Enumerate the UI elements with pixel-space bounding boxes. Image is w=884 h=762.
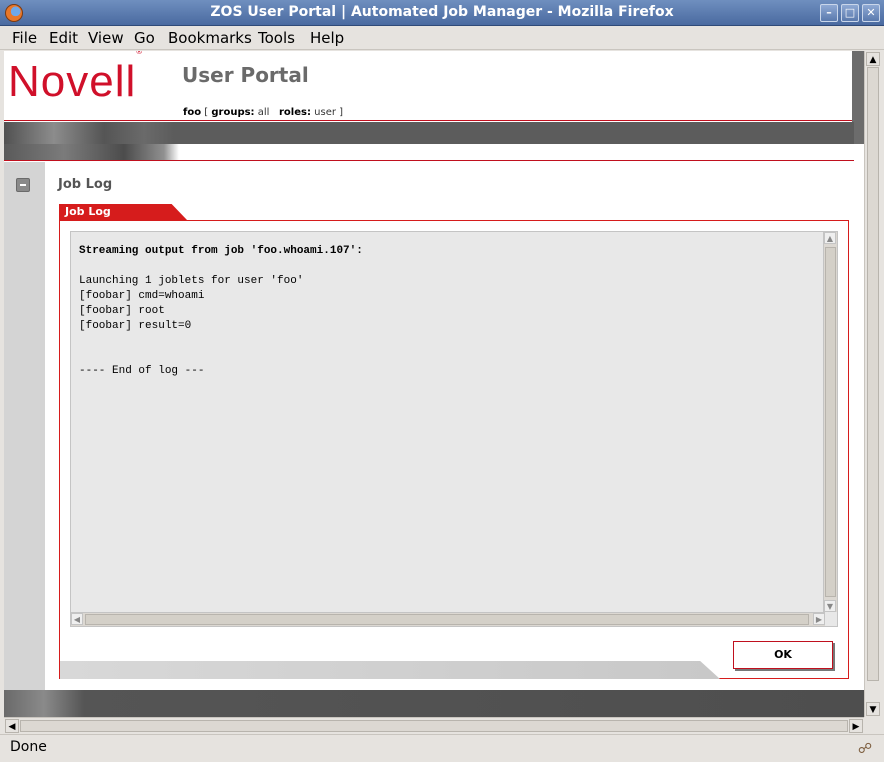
page-vertical-scrollbar[interactable]: ▲ ▼: [864, 51, 880, 717]
scroll-down-icon[interactable]: ▼: [824, 600, 836, 612]
page-horizontal-scrollbar[interactable]: ◀ ▶: [4, 717, 864, 733]
menu-bookmarks[interactable]: Bookmarks: [168, 29, 252, 47]
scroll-left-icon[interactable]: ◀: [71, 613, 83, 625]
log-output[interactable]: Streaming output from job 'foo.whoami.10…: [70, 231, 838, 627]
maximize-icon[interactable]: □: [841, 4, 859, 22]
footer-band: [4, 690, 864, 717]
status-text: Done: [10, 739, 47, 755]
log-horizontal-scrollbar[interactable]: ◀ ▶: [71, 612, 825, 626]
log-horizontal-thumb[interactable]: [85, 614, 809, 625]
header-band: [4, 122, 864, 161]
connection-icon: ☍: [857, 741, 872, 757]
user-info: foo [ groups: all roles: user ]: [183, 107, 344, 118]
page-scroll-down-icon[interactable]: ▼: [866, 702, 880, 716]
menu-view[interactable]: View: [88, 29, 124, 47]
username: foo: [183, 107, 202, 118]
section-title: Job Log: [58, 177, 113, 192]
minimize-icon[interactable]: –: [820, 4, 838, 22]
menu-file[interactable]: File: [12, 29, 37, 47]
panel-footer-strip: [60, 661, 720, 679]
menu-go[interactable]: Go: [134, 29, 155, 47]
portal-header: Novell® User Portal foo [ groups: all ro…: [4, 51, 854, 121]
scroll-up-icon[interactable]: ▲: [824, 232, 836, 244]
status-bar: Done ☍: [0, 734, 884, 762]
job-log-panel: Streaming output from job 'foo.whoami.10…: [59, 220, 849, 679]
menu-edit[interactable]: Edit: [49, 29, 78, 47]
menu-tools[interactable]: Tools: [258, 29, 295, 47]
novell-logo: Novell®: [8, 51, 144, 106]
scroll-right-icon[interactable]: ▶: [813, 613, 825, 625]
tab-job-log[interactable]: Job Log: [59, 204, 187, 220]
page-horizontal-thumb[interactable]: [20, 720, 848, 732]
page-scroll-right-icon[interactable]: ▶: [849, 719, 863, 733]
window-titlebar: ZOS User Portal | Automated Job Manager …: [0, 0, 884, 26]
page-title: User Portal: [182, 63, 309, 87]
page-scroll-left-icon[interactable]: ◀: [5, 719, 19, 733]
page-scroll-up-icon[interactable]: ▲: [866, 52, 880, 66]
log-vertical-thumb[interactable]: [825, 247, 836, 597]
page-vertical-thumb[interactable]: [867, 67, 879, 681]
menu-help[interactable]: Help: [310, 29, 344, 47]
left-rail: [4, 162, 45, 690]
collapse-icon[interactable]: [16, 178, 30, 192]
window-title: ZOS User Portal | Automated Job Manager …: [210, 4, 674, 20]
log-text: Streaming output from job 'foo.whoami.10…: [79, 245, 363, 377]
close-icon[interactable]: ✕: [862, 4, 880, 22]
menu-bar: File Edit View Go Bookmarks Tools Help: [0, 26, 884, 50]
log-vertical-scrollbar[interactable]: ▲ ▼: [823, 232, 837, 612]
ok-button[interactable]: OK: [733, 641, 833, 669]
page-viewport: Novell® User Portal foo [ groups: all ro…: [4, 51, 864, 717]
